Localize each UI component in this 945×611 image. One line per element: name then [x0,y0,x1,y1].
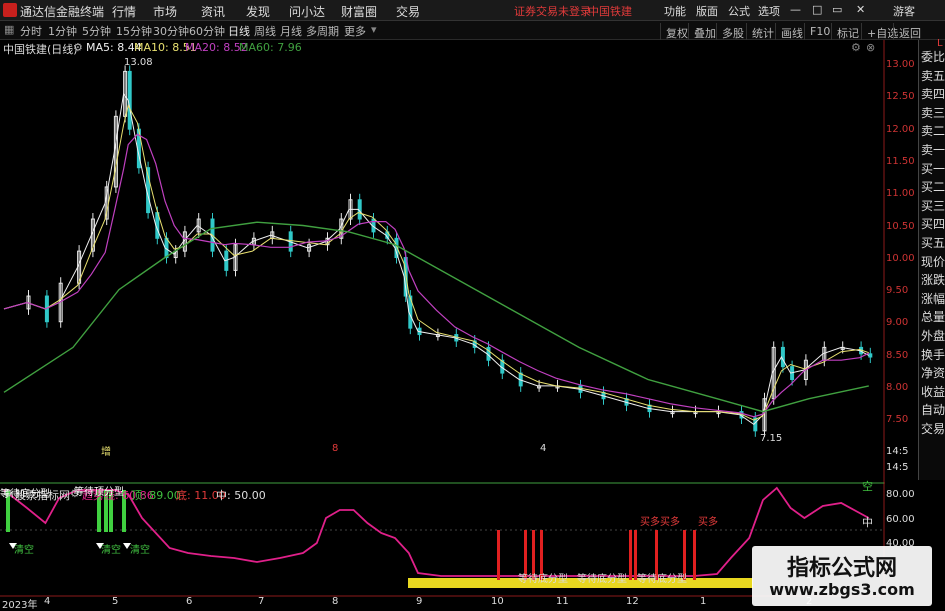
signal-label: 等待底分型 [577,574,627,585]
signal-label: 买多买多 [640,517,680,528]
top-value: 顶: 89.00 [131,489,181,502]
ma20-line [3,133,870,418]
price-tick: 12.00 [886,123,915,135]
date-tick: 6 [186,596,193,607]
price-tick: 11.00 [886,188,915,200]
panel-item[interactable]: 净资 [921,364,945,381]
panel-item[interactable]: 委比 [921,48,945,65]
panel-item[interactable]: 买四 [921,215,945,232]
signal-label: 买多 [698,517,718,528]
watermark-title: 指标公式网 [786,556,897,581]
watermark-url: www.zbgs3.com [769,580,915,599]
event-marker: 8 [332,443,339,454]
date-tick: 10 [491,596,504,607]
ind-axis-label: 60.00 [886,514,915,525]
price-tick-truncated: 14:5 [886,462,909,473]
panel-item[interactable]: 卖五 [921,67,945,84]
ma60-line [3,221,869,413]
panel-item[interactable]: 卖四 [921,85,945,102]
quote-side-panel: L 委比 卖五 卖四 卖三 卖二 卖一 买一 买二 买三 买四 买五 现价 涨跌 涨幅 总量 外盘 换手 净资 收益… [918,38,945,480]
signal-label: 等待顶分型 [74,487,124,498]
panel-item[interactable]: 收益 [921,383,945,400]
signal-label: 清空 [130,545,150,556]
price-tick: 13.00 [886,59,915,70]
panel-item[interactable]: 总量 [921,308,945,325]
panel-item[interactable]: 买二 [921,178,945,195]
date-tick: 5 [112,596,119,607]
date-tick: 1 [700,596,707,607]
signal-label: 清空 [14,545,34,556]
signal-bar-red [693,530,696,580]
date-tick: 8 [332,596,339,607]
ma5-line [3,92,870,426]
price-tick: 10.00 [886,252,915,264]
price-tick: 12.50 [886,91,915,103]
signal-mark: 中 [862,516,873,529]
panel-item[interactable]: 买五 [921,234,945,251]
panel-item[interactable]: 外盘 [921,327,945,344]
signal-bar-red [497,530,500,580]
price-tick: 7.50 [886,414,909,426]
panel-item[interactable]: 涨跌 [921,271,945,288]
signal-label: 等待底分型 [0,489,50,500]
ma10-line [3,104,869,421]
panel-item[interactable]: 交易 [921,420,945,437]
panel-item[interactable]: 现价 [921,253,945,270]
price-tick: 10.50 [886,220,915,232]
price-tick: 9.50 [886,285,909,297]
price-tick: 9.00 [886,317,909,329]
event-marker: 4 [540,443,547,454]
panel-item[interactable]: 换手 [921,346,945,363]
signal-mark: 空 [862,480,873,493]
signal-label: 等待底分型 [518,574,568,585]
panel-item[interactable]: 卖三 [921,104,945,121]
watermark-logo: 指标公式网 www.zbgs3.com [752,546,932,606]
date-tick: 7 [258,596,265,607]
price-tick-truncated: 14:5 [886,446,909,457]
price-tick: 8.00 [886,382,909,393]
price-tick: 8.50 [886,349,909,361]
date-tick: 4 [44,596,51,607]
candle-body [868,353,873,358]
panel-item[interactable]: 自动 [921,401,945,418]
high-price-label: 13.08 [124,57,153,68]
signal-label: 清空 [101,545,121,556]
date-tick: 9 [416,596,423,607]
event-marker: 增 [101,447,111,458]
date-tick: 11 [556,596,569,607]
signal-label: 等待底分型 [637,574,687,585]
panel-item[interactable]: 卖一 [921,141,945,158]
date-tick: 12 [626,596,639,607]
panel-item[interactable]: 涨幅 [921,290,945,307]
ind-axis-label: 80.00 [886,489,915,500]
mid-value: 中: 50.00 [216,489,266,502]
price-tick: 11.50 [886,155,915,167]
panel-item[interactable]: 卖二 [921,122,945,139]
panel-item[interactable]: 买三 [921,197,945,214]
kline-chart [0,40,885,597]
signal-bar-red [629,530,632,580]
panel-item[interactable]: 买一 [921,160,945,177]
low-price-label: 7.15 [760,433,783,444]
